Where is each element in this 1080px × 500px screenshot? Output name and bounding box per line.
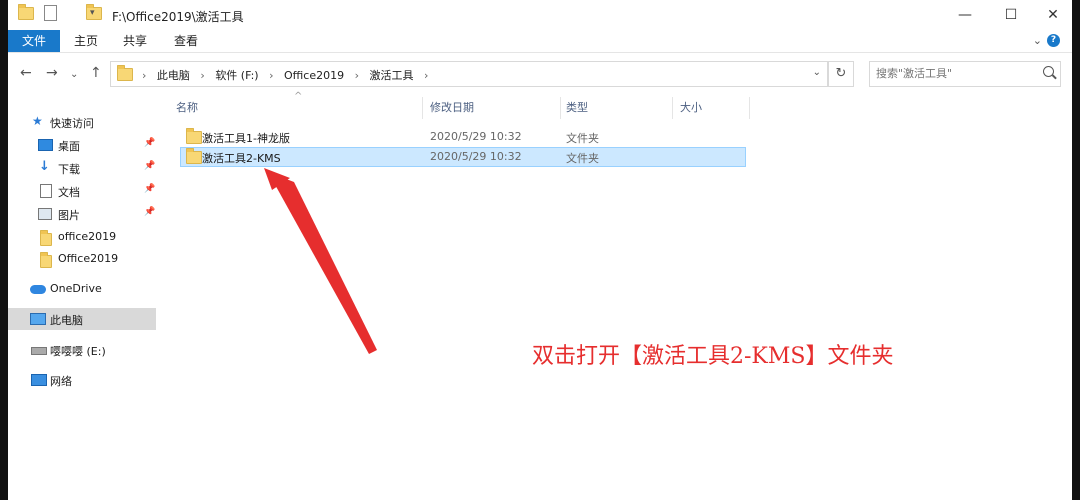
- sidebar-item-label: 下载: [58, 163, 80, 176]
- column-divider[interactable]: [560, 97, 561, 119]
- column-header-name[interactable]: 名称: [176, 95, 198, 121]
- breadcrumb-separator[interactable]: ›: [142, 69, 146, 82]
- sidebar-item-office2019-lower[interactable]: office2019: [8, 226, 156, 248]
- breadcrumb-this-pc[interactable]: 此电脑: [157, 69, 190, 82]
- sort-ascending-icon: ^: [294, 91, 303, 102]
- folder-icon: [117, 65, 133, 81]
- breadcrumb-separator[interactable]: ›: [200, 69, 204, 82]
- search-input[interactable]: [876, 66, 1036, 80]
- pin-icon[interactable]: 📌: [144, 161, 155, 171]
- tab-view[interactable]: 查看: [174, 30, 198, 52]
- maximize-button[interactable]: ☐: [988, 4, 1034, 26]
- help-icon[interactable]: ?: [1047, 34, 1060, 47]
- sidebar-item-label: 图片: [58, 209, 80, 222]
- column-divider[interactable]: [749, 97, 750, 119]
- file-name: 激活工具2-KMS: [202, 152, 281, 165]
- pin-icon[interactable]: 📌: [144, 184, 155, 194]
- sidebar-item-label: 桌面: [58, 140, 80, 153]
- cloud-icon: [30, 285, 46, 294]
- sidebar-item-downloads[interactable]: ↓ 下载 📌: [8, 157, 156, 179]
- ribbon-expand-icon[interactable]: ⌄: [1033, 34, 1042, 47]
- sidebar-item-desktop[interactable]: 桌面 📌: [8, 134, 156, 156]
- sidebar-item-this-pc[interactable]: 此电脑: [8, 308, 156, 330]
- file-modified: 2020/5/29 10:32: [430, 130, 522, 143]
- background-strip-left: [0, 0, 8, 500]
- search-icon[interactable]: [1043, 66, 1054, 77]
- column-divider[interactable]: [672, 97, 673, 119]
- explorer-window: ▾ F:\Office2019\激活工具 — ☐ ✕ 文件 主页 共享 查看 ⌄…: [8, 0, 1072, 500]
- file-type: 文件夹: [566, 152, 599, 165]
- pin-icon[interactable]: 📌: [144, 207, 155, 217]
- window-title: F:\Office2019\激活工具: [112, 10, 244, 24]
- properties-icon[interactable]: [44, 5, 57, 21]
- document-icon: [40, 184, 52, 198]
- sidebar-item-network[interactable]: 网络: [8, 369, 156, 391]
- search-box[interactable]: [869, 61, 1061, 87]
- column-header-type[interactable]: 类型: [566, 95, 588, 121]
- minimize-button[interactable]: —: [942, 4, 988, 26]
- folder-icon: [186, 148, 202, 164]
- sidebar-item-quick-access[interactable]: ★ 快速访问: [8, 111, 156, 133]
- navigation-bar: ← → ⌄ ↑ › 此电脑 › 软件 (F:) › Office2019 › 激…: [8, 53, 1072, 95]
- instruction-annotation: 双击打开【激活工具2-KMS】文件夹: [532, 344, 894, 369]
- sidebar-item-onedrive[interactable]: OneDrive: [8, 278, 156, 300]
- download-icon: ↓: [39, 159, 50, 174]
- address-bar[interactable]: › 此电脑 › 软件 (F:) › Office2019 › 激活工具 › ⌄: [110, 61, 828, 87]
- folder-icon: [18, 4, 34, 20]
- desktop-icon: [38, 139, 53, 151]
- sidebar-item-label: 嘤嘤嘤 (E:): [50, 345, 106, 358]
- table-row[interactable]: 激活工具1-神龙版 2020/5/29 10:32 文件夹: [180, 127, 746, 147]
- sidebar-item-label: 文档: [58, 186, 80, 199]
- column-header-modified[interactable]: 修改日期: [430, 95, 474, 121]
- breadcrumb-office2019[interactable]: Office2019: [284, 69, 344, 82]
- column-divider[interactable]: [422, 97, 423, 119]
- tab-share[interactable]: 共享: [123, 30, 147, 52]
- sidebar-item-label: Office2019: [58, 252, 119, 265]
- title-bar: ▾ F:\Office2019\激活工具 — ☐ ✕: [8, 0, 1072, 30]
- table-row-selected[interactable]: 激活工具2-KMS 2020/5/29 10:32 文件夹: [180, 147, 746, 167]
- file-list: ^ 名称 修改日期 类型 大小 激活工具1-神龙版 2020/5/29 10:3…: [156, 91, 1072, 500]
- network-icon: [31, 374, 47, 386]
- refresh-button[interactable]: ↻: [828, 61, 854, 87]
- back-button[interactable]: ←: [20, 65, 32, 81]
- ribbon: 文件 主页 共享 查看 ⌄ ?: [8, 30, 1072, 53]
- folder-icon: [40, 230, 52, 246]
- navigation-pane: ★ 快速访问 桌面 📌 ↓ 下载 📌 文档 📌 图片 📌 office2019: [8, 95, 156, 500]
- forward-button[interactable]: →: [46, 65, 58, 81]
- tab-home[interactable]: 主页: [74, 30, 98, 52]
- quick-access-dropdown-icon[interactable]: ▾: [90, 8, 95, 18]
- sidebar-item-label: office2019: [58, 230, 117, 243]
- drive-icon: [31, 347, 47, 355]
- folder-icon: [186, 128, 202, 144]
- column-header-size[interactable]: 大小: [680, 95, 702, 121]
- recent-locations-button[interactable]: ⌄: [70, 67, 78, 83]
- background-strip-right: [1072, 0, 1080, 500]
- sidebar-item-drive-e[interactable]: 嘤嘤嘤 (E:): [8, 339, 156, 361]
- sidebar-item-office2019[interactable]: Office2019: [8, 248, 156, 270]
- file-modified: 2020/5/29 10:32: [430, 150, 522, 163]
- pin-icon[interactable]: 📌: [144, 138, 155, 148]
- sidebar-item-label: OneDrive: [50, 282, 102, 295]
- breadcrumb-activation-tools[interactable]: 激活工具: [370, 69, 414, 82]
- sidebar-item-documents[interactable]: 文档 📌: [8, 180, 156, 202]
- file-name: 激活工具1-神龙版: [202, 132, 290, 145]
- sidebar-item-label: 快速访问: [50, 117, 94, 130]
- computer-icon: [30, 313, 46, 325]
- picture-icon: [38, 208, 52, 220]
- sidebar-item-pictures[interactable]: 图片 📌: [8, 203, 156, 225]
- tab-file[interactable]: 文件: [8, 30, 60, 52]
- sidebar-item-label: 网络: [50, 375, 72, 388]
- breadcrumb: › 此电脑 › 软件 (F:) › Office2019 › 激活工具 ›: [139, 67, 435, 83]
- folder-icon: [40, 252, 52, 268]
- breadcrumb-separator[interactable]: ›: [269, 69, 273, 82]
- breadcrumb-drive-f[interactable]: 软件 (F:): [215, 69, 258, 82]
- file-type: 文件夹: [566, 132, 599, 145]
- star-icon: ★: [32, 114, 43, 128]
- chevron-down-icon[interactable]: ⌄: [813, 67, 821, 78]
- breadcrumb-separator[interactable]: ›: [424, 69, 428, 82]
- close-button[interactable]: ✕: [1030, 4, 1072, 26]
- sidebar-item-label: 此电脑: [50, 314, 83, 327]
- up-button[interactable]: ↑: [90, 65, 102, 81]
- breadcrumb-separator[interactable]: ›: [355, 69, 359, 82]
